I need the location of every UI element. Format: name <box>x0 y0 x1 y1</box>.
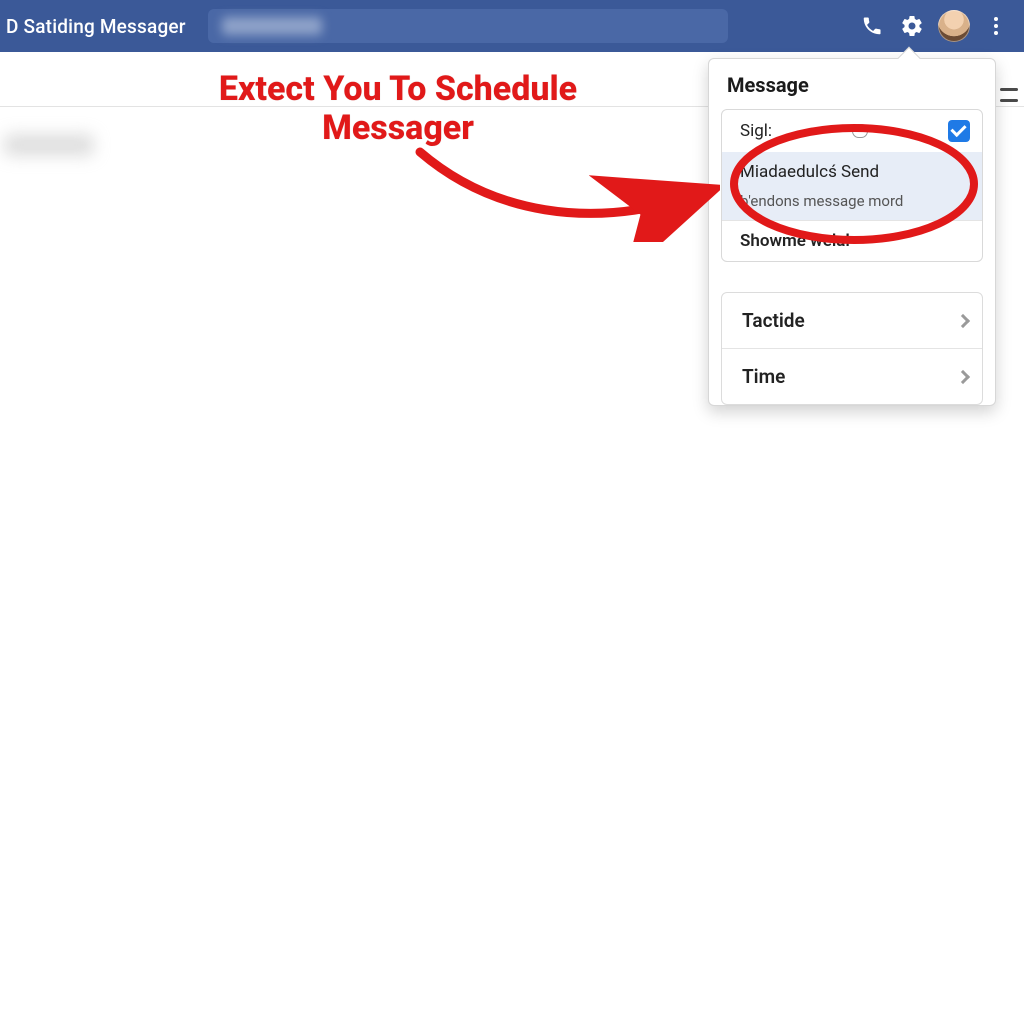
panel-header: Message <box>709 59 995 109</box>
hamburger-hint <box>1000 88 1018 102</box>
settings-panel: Message Sigl: Miadaedulcś Send b'endons … <box>708 58 996 406</box>
time-row[interactable]: Time <box>722 348 982 404</box>
scheduled-send-row[interactable]: Miadaedulcś Send <box>722 152 982 192</box>
sigl-row[interactable]: Sigl: <box>722 110 982 152</box>
showme-row[interactable]: Showme welal <box>722 220 982 261</box>
tactide-row[interactable]: Tactide <box>722 293 982 348</box>
chevron-right-icon <box>956 369 970 383</box>
avatar[interactable] <box>938 10 970 42</box>
search-blur <box>222 17 322 35</box>
more-icon[interactable] <box>976 6 1016 46</box>
app-title: D Satiding Messager <box>6 15 186 38</box>
message-card: Sigl: Miadaedulcś Send b'endons message … <box>721 109 983 262</box>
bubble-icon <box>852 124 868 138</box>
scheduled-send-sub-row: b'endons message mord <box>722 192 982 220</box>
page-body: Message Sigl: Miadaedulcś Send b'endons … <box>0 52 1024 1024</box>
scheduled-send-sub-label: b'endons message mord <box>740 192 903 210</box>
top-bar: D Satiding Messager <box>0 0 1024 52</box>
annotation-text: Extect You To Schedule Messager <box>208 70 588 148</box>
sigl-label: Sigl: <box>740 121 772 141</box>
phone-icon[interactable] <box>852 6 892 46</box>
lower-list: Tactide Time <box>721 292 983 405</box>
tactide-label: Tactide <box>742 309 805 332</box>
annotation-arrow <box>410 132 720 242</box>
time-label: Time <box>742 365 785 388</box>
showme-label: Showme welal <box>740 231 850 251</box>
gear-icon[interactable] <box>892 6 932 46</box>
blurred-content <box>4 134 94 156</box>
search-input[interactable] <box>208 9 728 43</box>
chevron-right-icon <box>956 313 970 327</box>
sigl-checkbox[interactable] <box>948 120 970 142</box>
scheduled-send-label: Miadaedulcś Send <box>740 162 879 182</box>
